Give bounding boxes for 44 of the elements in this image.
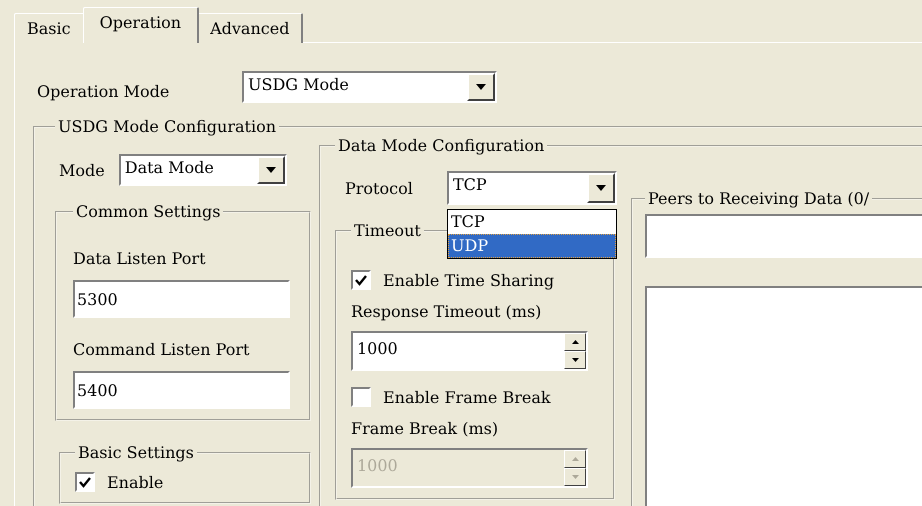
spin-down-button[interactable] — [564, 351, 586, 369]
spin-up-button[interactable] — [564, 333, 586, 351]
checkbox-label: Enable Time Sharing — [383, 270, 554, 290]
field-label: Protocol — [345, 178, 414, 198]
field-label: Data Listen Port — [73, 249, 206, 268]
checkmark-icon — [79, 476, 91, 488]
field-label: Response Timeout (ms) — [351, 302, 542, 321]
dropdown-option[interactable]: TCP — [448, 210, 616, 234]
field-label: Frame Break (ms) — [351, 419, 500, 438]
spinner-field[interactable]: 1000 — [351, 331, 588, 371]
dropdown-button[interactable] — [587, 173, 615, 203]
checkbox[interactable] — [351, 270, 371, 290]
group-title: Peers to Receiving Data (0/ — [647, 189, 870, 208]
up-arrow-icon — [572, 340, 578, 344]
caret-icon — [476, 84, 486, 90]
input-field[interactable]: 5400 — [73, 371, 290, 409]
tab[interactable]: Operation — [82, 7, 200, 43]
group-title: USDG Mode Configuration — [57, 117, 278, 136]
group-title: Basic Settings — [77, 443, 195, 462]
checkbox-label: Enable Frame Break — [383, 388, 551, 406]
field-label: Mode — [59, 160, 105, 180]
tab[interactable]: Advanced — [197, 13, 304, 43]
tab[interactable]: Basic — [14, 13, 85, 43]
group-title: Data Mode Configuration — [337, 136, 546, 155]
checkbox-label: Enable — [107, 472, 164, 492]
checkbox[interactable] — [75, 472, 95, 492]
up-arrow-icon — [572, 457, 578, 461]
down-arrow-icon — [572, 475, 578, 479]
group-title: Common Settings — [75, 202, 222, 221]
caret-icon — [596, 185, 606, 191]
group-title: Timeout — [353, 221, 422, 240]
dropdown-button[interactable] — [256, 156, 285, 184]
checkbox[interactable] — [351, 387, 371, 407]
field-label: Operation Mode — [37, 80, 170, 100]
down-arrow-icon — [572, 358, 578, 362]
operation-mode-dropdown[interactable]: USDG Mode — [242, 71, 497, 103]
input-field[interactable]: 5300 — [73, 280, 290, 318]
dropdown-option[interactable]: UDP — [448, 234, 616, 258]
caret-icon — [266, 167, 276, 173]
mode-dropdown[interactable]: Data Mode — [118, 154, 287, 186]
checkmark-icon — [355, 274, 367, 286]
protocol-dropdown[interactable]: TCP — [447, 171, 617, 205]
field-label: Command Listen Port — [73, 340, 250, 359]
dropdown-button[interactable] — [467, 73, 495, 101]
